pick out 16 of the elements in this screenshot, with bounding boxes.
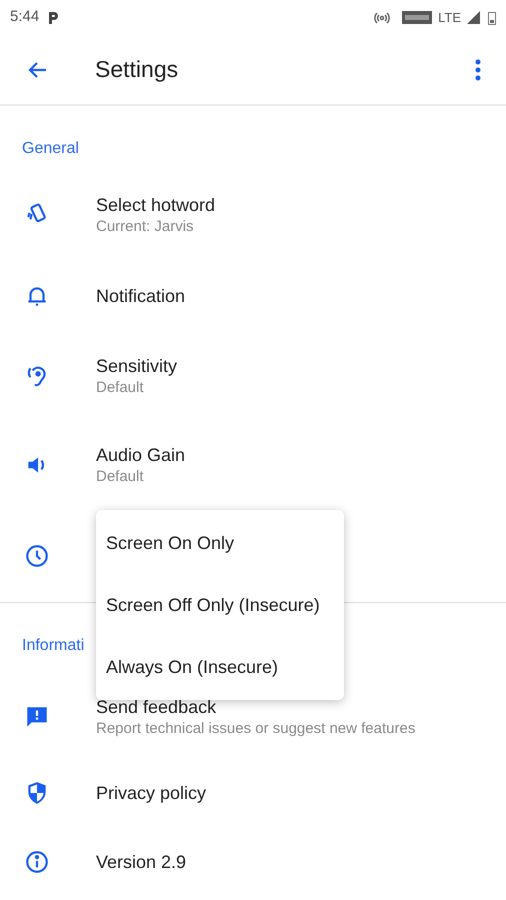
- item-subtitle: Current: Jarvis: [96, 217, 195, 237]
- item-title: Sensitivity: [96, 355, 178, 378]
- toolbar-title: Settings: [95, 55, 180, 84]
- item-subtitle: Report technical issues or suggest new features: [96, 719, 416, 739]
- section-header: General: [22, 139, 79, 159]
- item-title: Audio Gain: [96, 444, 186, 467]
- item-subtitle: Default: [96, 378, 145, 398]
- item-title: Notification: [96, 285, 186, 308]
- item-title: Send feedback: [96, 696, 218, 719]
- network-label: LTE: [438, 8, 461, 27]
- status-time: 5:44: [10, 7, 40, 28]
- item-title: Privacy policy: [96, 782, 206, 805]
- section-header: Informati: [22, 636, 84, 656]
- item-title: Version 2.9: [96, 851, 186, 874]
- item-subtitle: Default: [96, 467, 145, 487]
- item-title: Select hotword: [96, 194, 216, 217]
